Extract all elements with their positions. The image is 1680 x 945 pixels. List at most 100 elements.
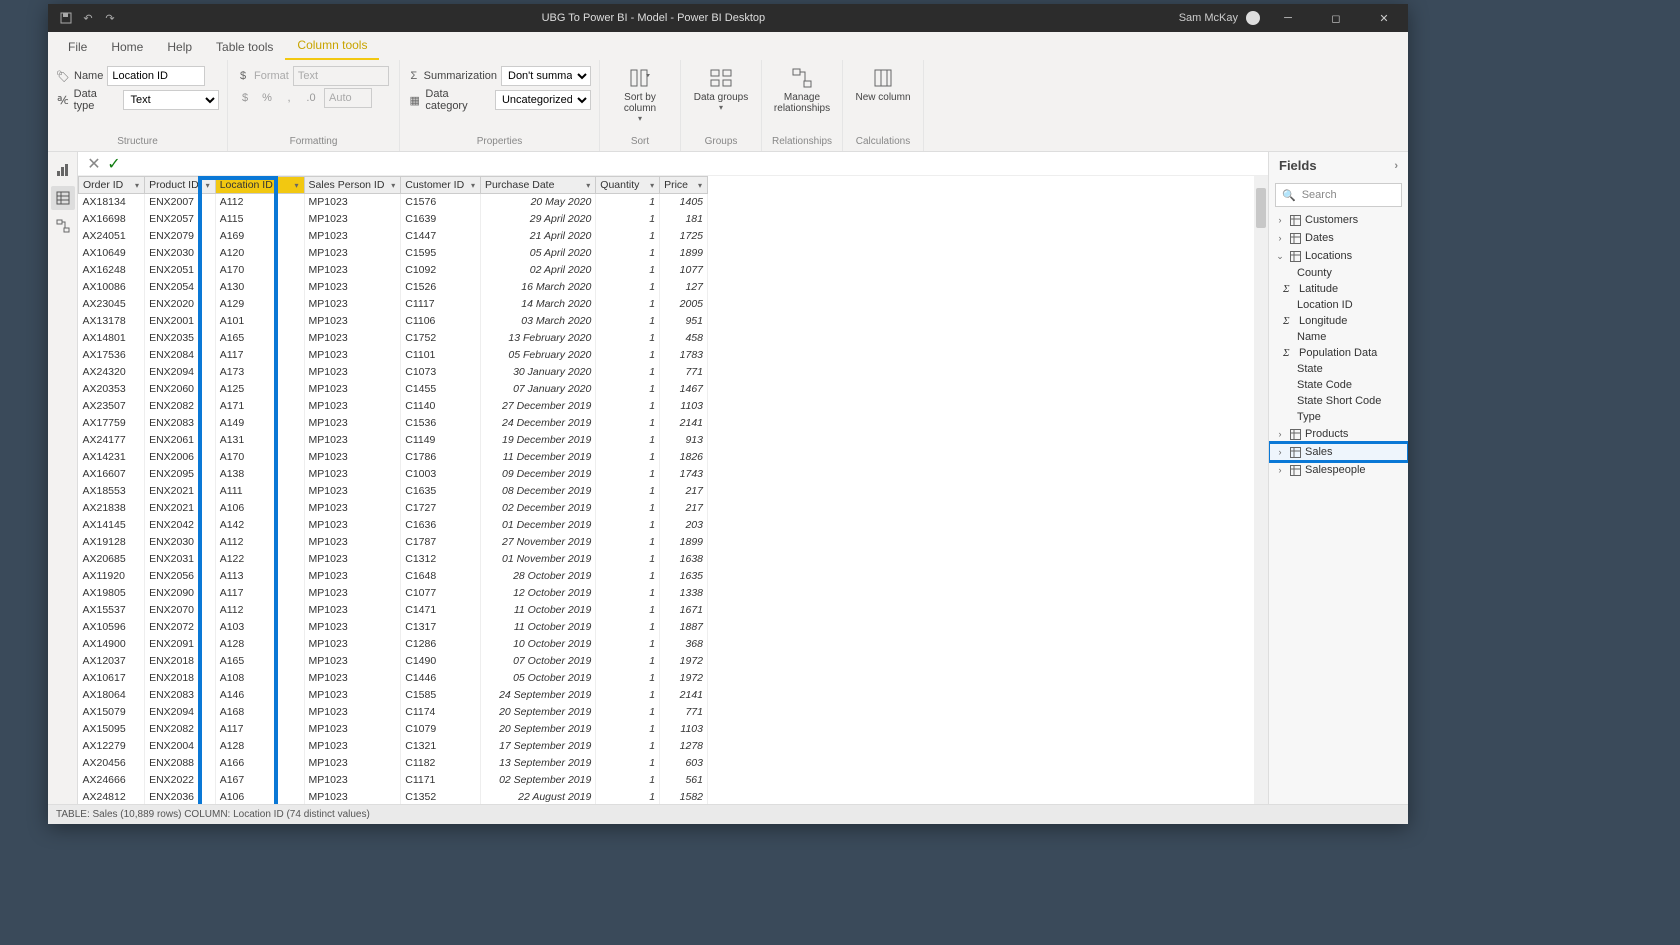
table-cell[interactable]: ENX2060: [145, 381, 216, 398]
table-cell[interactable]: A115: [215, 211, 304, 228]
table-cell[interactable]: ENX2036: [145, 789, 216, 805]
table-cell[interactable]: AX23045: [79, 296, 145, 313]
table-row[interactable]: AX20456ENX2088A166MP1023C118213 Septembe…: [79, 755, 708, 772]
table-row[interactable]: AX18553ENX2021A111MP1023C163508 December…: [79, 483, 708, 500]
filter-dropdown-icon[interactable]: ▾: [132, 180, 142, 190]
table-cell[interactable]: MP1023: [304, 483, 401, 500]
table-row[interactable]: AX14145ENX2042A142MP1023C163601 December…: [79, 517, 708, 534]
table-cell[interactable]: MP1023: [304, 704, 401, 721]
table-cell[interactable]: A138: [215, 466, 304, 483]
table-cell[interactable]: A120: [215, 245, 304, 262]
table-cell[interactable]: C1092: [401, 262, 481, 279]
table-cell[interactable]: 1: [596, 262, 660, 279]
table-cell[interactable]: A112: [215, 534, 304, 551]
filter-dropdown-icon[interactable]: ▾: [583, 180, 593, 190]
fields-column[interactable]: ΣLatitude: [1269, 281, 1408, 297]
column-header[interactable]: Order ID▾: [79, 177, 145, 194]
filter-dropdown-icon[interactable]: ▾: [203, 180, 213, 190]
table-cell[interactable]: AX24320: [79, 364, 145, 381]
table-cell[interactable]: C1576: [401, 194, 481, 211]
table-cell[interactable]: AX13178: [79, 313, 145, 330]
column-header[interactable]: Location ID▾: [215, 177, 304, 194]
table-cell[interactable]: 771: [660, 704, 708, 721]
table-cell[interactable]: AX21838: [79, 500, 145, 517]
table-cell[interactable]: C1447: [401, 228, 481, 245]
table-cell[interactable]: 09 December 2019: [480, 466, 595, 483]
table-cell[interactable]: C1117: [401, 296, 481, 313]
table-row[interactable]: AX24051ENX2079A169MP1023C144721 April 20…: [79, 228, 708, 245]
table-cell[interactable]: ENX2022: [145, 772, 216, 789]
table-cell[interactable]: A101: [215, 313, 304, 330]
fields-column[interactable]: ΣLongitude: [1269, 313, 1408, 329]
tab-column-tools[interactable]: Column tools: [285, 32, 379, 60]
table-cell[interactable]: 14 March 2020: [480, 296, 595, 313]
table-row[interactable]: AX19128ENX2030A112MP1023C178727 November…: [79, 534, 708, 551]
table-cell[interactable]: A117: [215, 721, 304, 738]
fields-search[interactable]: 🔍 Search: [1275, 183, 1402, 207]
table-cell[interactable]: AX14900: [79, 636, 145, 653]
table-cell[interactable]: ENX2061: [145, 432, 216, 449]
table-cell[interactable]: AX19128: [79, 534, 145, 551]
table-cell[interactable]: A149: [215, 415, 304, 432]
table-cell[interactable]: 217: [660, 483, 708, 500]
table-cell[interactable]: ENX2091: [145, 636, 216, 653]
minimize-button[interactable]: ─: [1268, 4, 1308, 32]
table-cell[interactable]: MP1023: [304, 381, 401, 398]
table-cell[interactable]: MP1023: [304, 602, 401, 619]
table-cell[interactable]: A173: [215, 364, 304, 381]
table-cell[interactable]: ENX2088: [145, 755, 216, 772]
table-row[interactable]: AX24812ENX2036A106MP1023C135222 August 2…: [79, 789, 708, 805]
table-cell[interactable]: A106: [215, 500, 304, 517]
table-cell[interactable]: MP1023: [304, 347, 401, 364]
table-cell[interactable]: C1077: [401, 585, 481, 602]
table-cell[interactable]: 913: [660, 432, 708, 449]
filter-dropdown-icon[interactable]: ▾: [695, 180, 705, 190]
table-cell[interactable]: MP1023: [304, 653, 401, 670]
table-row[interactable]: AX21838ENX2021A106MP1023C172702 December…: [79, 500, 708, 517]
table-cell[interactable]: C1174: [401, 704, 481, 721]
table-cell[interactable]: 458: [660, 330, 708, 347]
fields-column[interactable]: State Code: [1269, 377, 1408, 393]
table-cell[interactable]: AX15537: [79, 602, 145, 619]
tab-table-tools[interactable]: Table tools: [204, 34, 285, 60]
table-cell[interactable]: MP1023: [304, 466, 401, 483]
user-name[interactable]: Sam McKay: [1179, 12, 1238, 24]
table-cell[interactable]: 1077: [660, 262, 708, 279]
table-cell[interactable]: MP1023: [304, 279, 401, 296]
table-cell[interactable]: ENX2030: [145, 534, 216, 551]
table-row[interactable]: AX11920ENX2056A113MP1023C164828 October …: [79, 568, 708, 585]
table-cell[interactable]: A171: [215, 398, 304, 415]
new-column-button[interactable]: New column: [851, 64, 915, 103]
table-cell[interactable]: A169: [215, 228, 304, 245]
table-cell[interactable]: AX23507: [79, 398, 145, 415]
table-cell[interactable]: 05 October 2019: [480, 670, 595, 687]
table-cell[interactable]: A170: [215, 449, 304, 466]
table-cell[interactable]: MP1023: [304, 772, 401, 789]
table-cell[interactable]: 12 October 2019: [480, 585, 595, 602]
table-cell[interactable]: 1: [596, 364, 660, 381]
table-cell[interactable]: A125: [215, 381, 304, 398]
table-cell[interactable]: 1: [596, 534, 660, 551]
table-cell[interactable]: 1887: [660, 619, 708, 636]
vertical-scrollbar[interactable]: [1254, 176, 1268, 804]
table-cell[interactable]: C1321: [401, 738, 481, 755]
table-cell[interactable]: C1073: [401, 364, 481, 381]
table-cell[interactable]: ENX2035: [145, 330, 216, 347]
table-cell[interactable]: 1: [596, 279, 660, 296]
fields-table-dates[interactable]: ›Dates: [1269, 229, 1408, 247]
table-cell[interactable]: 22 August 2019: [480, 789, 595, 805]
table-cell[interactable]: 2141: [660, 687, 708, 704]
table-cell[interactable]: 30 January 2020: [480, 364, 595, 381]
table-cell[interactable]: AX16698: [79, 211, 145, 228]
table-cell[interactable]: ENX2070: [145, 602, 216, 619]
table-cell[interactable]: ENX2095: [145, 466, 216, 483]
table-cell[interactable]: 20 May 2020: [480, 194, 595, 211]
table-cell[interactable]: A106: [215, 789, 304, 805]
table-cell[interactable]: C1455: [401, 381, 481, 398]
table-row[interactable]: AX23045ENX2020A129MP1023C111714 March 20…: [79, 296, 708, 313]
table-cell[interactable]: 951: [660, 313, 708, 330]
table-cell[interactable]: MP1023: [304, 296, 401, 313]
table-cell[interactable]: ENX2082: [145, 721, 216, 738]
column-header[interactable]: Quantity▾: [596, 177, 660, 194]
table-cell[interactable]: 1: [596, 602, 660, 619]
